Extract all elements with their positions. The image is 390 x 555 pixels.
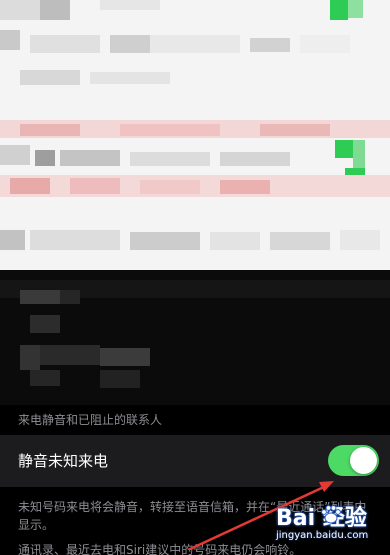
paw-icon [321, 505, 341, 524]
watermark-url: jingyan.baidu.com [276, 530, 369, 541]
blurred-content-dark [0, 270, 390, 405]
blurred-content-light [0, 0, 390, 270]
toggle-knob [350, 447, 377, 474]
silence-unknown-callers-toggle[interactable] [328, 445, 379, 476]
silence-unknown-callers-row[interactable]: 静音未知来电 [0, 435, 390, 487]
baidu-jingyan-watermark: Bai 经验 jingyan.baidu.com [274, 500, 384, 548]
row-label: 静音未知来电 [18, 452, 109, 470]
section-header: 来电静音和已阻止的联系人 [18, 413, 163, 427]
